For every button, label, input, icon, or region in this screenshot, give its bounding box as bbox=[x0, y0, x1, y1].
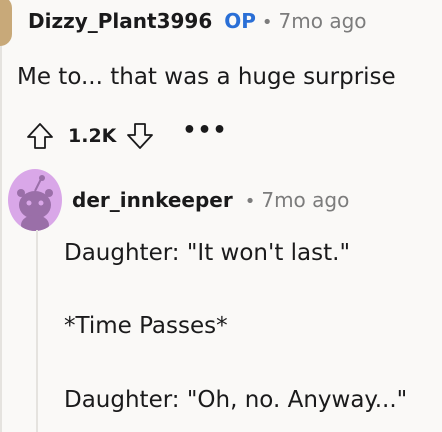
meta-separator: • bbox=[261, 12, 273, 33]
avatar[interactable] bbox=[8, 169, 62, 231]
meta-separator: • bbox=[244, 191, 256, 212]
reply-body-line: Daughter: "Oh, no. Anyway..." bbox=[64, 387, 408, 413]
reply-timestamp[interactable]: 7mo ago bbox=[261, 188, 349, 212]
author-name[interactable]: Dizzy_Plant3996 bbox=[28, 9, 212, 33]
upvote-button[interactable] bbox=[24, 120, 56, 152]
comment-header: Dizzy_Plant3996 OP • 7mo ago bbox=[28, 9, 367, 33]
avatar[interactable] bbox=[0, 0, 12, 46]
upvote-icon bbox=[27, 123, 53, 149]
comment-actions: 1.2K ••• bbox=[24, 118, 228, 154]
reply-author-name[interactable]: der_innkeeper bbox=[72, 188, 233, 212]
reply-thread-line[interactable] bbox=[36, 230, 38, 432]
op-badge: OP bbox=[224, 9, 256, 33]
comment-timestamp[interactable]: 7mo ago bbox=[279, 9, 367, 33]
vote-count: 1.2K bbox=[68, 125, 117, 147]
downvote-icon bbox=[127, 123, 154, 149]
comment-thread: Dizzy_Plant3996 OP • 7mo ago Me to... th… bbox=[0, 0, 442, 432]
more-options-button[interactable]: ••• bbox=[182, 120, 227, 142]
reply-body-line: *Time Passes* bbox=[64, 313, 228, 339]
thread-line[interactable] bbox=[0, 40, 2, 432]
snoo-avatar-icon bbox=[17, 175, 53, 231]
reply-header: der_innkeeper • 7mo ago bbox=[72, 188, 349, 212]
reply-body-line: Daughter: "It won't last." bbox=[64, 240, 351, 266]
downvote-button[interactable] bbox=[124, 120, 156, 152]
comment-body: Me to... that was a huge surprise bbox=[17, 64, 396, 90]
